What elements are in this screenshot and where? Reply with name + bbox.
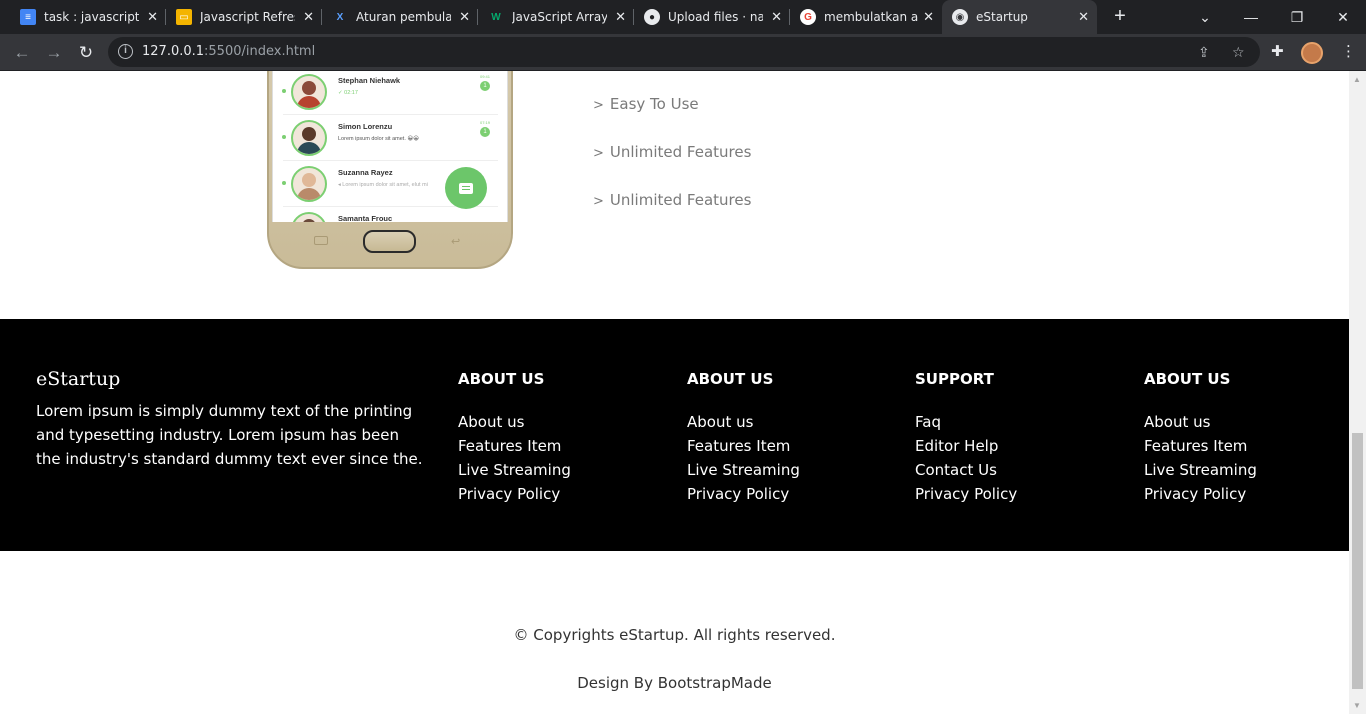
new-tab-button[interactable]: + [1108, 4, 1132, 28]
feature-item: > Easy To Use [593, 95, 699, 113]
chat-item: Stephan Niehawk ✓ 02:17 09:41 1 [282, 71, 498, 115]
feature-item: > Unlimited Features [593, 143, 752, 161]
address-bar[interactable]: i 127.0.0.1:5500/index.html ⇪ ☆ [108, 37, 1260, 67]
browser-toolbar: ← → ↻ i 127.0.0.1:5500/index.html ⇪ ☆ ✚ … [0, 34, 1366, 71]
footer-link-contact[interactable]: Contact Us [915, 458, 1017, 482]
design-credit: Design By BootstrapMade [577, 674, 772, 692]
tab-title: Aturan pembulatan [356, 10, 451, 24]
footer-link-features[interactable]: Features Item [1144, 434, 1257, 458]
tab-search-icon[interactable]: ⌄ [1182, 0, 1228, 34]
chat-fab-icon [445, 167, 487, 209]
avatar [291, 166, 327, 202]
footer-column-heading: ABOUT US [687, 370, 774, 388]
footer-about-text: Lorem ipsum is simply dummy text of the … [36, 402, 423, 468]
url-text[interactable]: 127.0.0.1:5500/index.html [142, 44, 315, 59]
browser-tab[interactable]: W JavaScript Array M ✕ [478, 0, 634, 34]
avatar [291, 74, 327, 110]
share-icon[interactable]: ⇪ [1198, 44, 1210, 61]
github-icon: ● [644, 9, 660, 25]
browser-tab[interactable]: ≡ task : javascript re ✕ [10, 0, 166, 34]
site-info-icon[interactable]: i [118, 44, 133, 59]
footer-column-heading: ABOUT US [458, 370, 545, 388]
footer-link-privacy[interactable]: Privacy Policy [687, 482, 800, 506]
tab-title: Upload files · nas [668, 10, 763, 24]
home-button-icon [363, 230, 416, 253]
scroll-up-icon[interactable]: ▲ [1353, 75, 1361, 84]
footer-link-about-us[interactable]: About us [1144, 410, 1257, 434]
chevron-right-icon: > [593, 146, 604, 161]
footer-link-privacy[interactable]: Privacy Policy [1144, 482, 1257, 506]
back-button[interactable]: ← [8, 39, 36, 67]
bookmark-star-icon[interactable]: ☆ [1232, 44, 1245, 61]
extensions-icon[interactable]: ✚ [1271, 42, 1284, 60]
page-viewport: Stephan Niehawk ✓ 02:17 09:41 1 Simon Lo… [0, 71, 1349, 714]
browser-tab[interactable]: X Aturan pembulatan ✕ [322, 0, 478, 34]
reload-button[interactable]: ↻ [72, 39, 100, 67]
chat-item: Simon Lorenzu Lorem ipsum dolor sit amet… [282, 115, 498, 161]
footer-link-live-streaming[interactable]: Live Streaming [687, 458, 800, 482]
chevron-right-icon: > [593, 98, 604, 113]
close-icon[interactable]: ✕ [771, 9, 782, 25]
tab-title: task : javascript re [44, 10, 139, 24]
browser-tab-bar: ≡ task : javascript re ✕ ▭ Javascript Re… [0, 0, 1366, 34]
scroll-down-icon[interactable]: ▼ [1353, 701, 1361, 710]
minimize-button[interactable]: — [1228, 0, 1274, 34]
browser-tab[interactable]: ▭ Javascript Refresh ✕ [166, 0, 322, 34]
footer-column-about: ABOUT US About us Features Item Live Str… [458, 370, 571, 506]
tab-title: eStartup [976, 10, 1028, 24]
avatar [291, 212, 327, 222]
footer-link-faq[interactable]: Faq [915, 410, 1017, 434]
tab-title: membulatkan an [824, 10, 919, 24]
footer-brand: eStartup [36, 368, 121, 390]
footer-link-about-us[interactable]: About us [458, 410, 571, 434]
w3schools-icon: W [491, 11, 501, 23]
footer-link-privacy[interactable]: Privacy Policy [915, 482, 1017, 506]
menu-kebab-icon[interactable]: ⋮ [1341, 42, 1356, 60]
back-arrow-icon: ↩ [451, 236, 461, 248]
close-icon[interactable]: ✕ [1078, 9, 1089, 25]
footer-link-features[interactable]: Features Item [458, 434, 571, 458]
google-docs-icon: ≡ [20, 9, 36, 25]
browser-tab[interactable]: ● Upload files · nas ✕ [634, 0, 790, 34]
globe-icon: ◉ [952, 9, 968, 25]
tab-title: Javascript Refresh [200, 10, 295, 24]
restore-button[interactable]: ❐ [1274, 0, 1320, 34]
tab-title: JavaScript Array M [512, 10, 607, 24]
chevron-right-icon: > [593, 194, 604, 209]
close-icon[interactable]: ✕ [615, 9, 626, 25]
footer-column-heading: SUPPORT [915, 370, 994, 388]
copyright-text: © Copyrights eStartup. All rights reserv… [513, 626, 836, 644]
footer-link-live-streaming[interactable]: Live Streaming [1144, 458, 1257, 482]
chat-item: Samanta Frouc [283, 207, 498, 222]
footer-link-editor-help[interactable]: Editor Help [915, 434, 1017, 458]
x-logo-icon: X [336, 11, 344, 23]
google-icon: G [800, 9, 816, 25]
scrollbar-thumb[interactable] [1352, 433, 1363, 689]
feature-item: > Unlimited Features [593, 191, 752, 209]
footer-column-about-3: ABOUT US About us Features Item Live Str… [1144, 370, 1257, 506]
bootstrapmade-link[interactable]: BootstrapMade [658, 674, 772, 692]
google-slides-icon: ▭ [176, 9, 192, 25]
close-icon[interactable]: ✕ [303, 9, 314, 25]
phone-mockup-image: Stephan Niehawk ✓ 02:17 09:41 1 Simon Lo… [266, 71, 516, 271]
footer-link-features[interactable]: Features Item [687, 434, 800, 458]
footer-link-live-streaming[interactable]: Live Streaming [458, 458, 571, 482]
avatar [291, 120, 327, 156]
recent-apps-icon [314, 236, 328, 245]
close-window-button[interactable]: ✕ [1320, 0, 1366, 34]
footer-column-support: SUPPORT Faq Editor Help Contact Us Priva… [915, 370, 1017, 506]
footer-column-about-2: ABOUT US About us Features Item Live Str… [687, 370, 800, 506]
footer-column-heading: ABOUT US [1144, 370, 1231, 388]
footer-link-about-us[interactable]: About us [687, 410, 800, 434]
close-icon[interactable]: ✕ [459, 9, 470, 25]
browser-tab-active[interactable]: ◉ eStartup ✕ [942, 0, 1097, 34]
close-icon[interactable]: ✕ [147, 9, 158, 25]
browser-tab[interactable]: G membulatkan an ✕ [790, 0, 942, 34]
forward-button[interactable]: → [40, 39, 68, 67]
profile-avatar[interactable] [1301, 42, 1323, 64]
page-scrollbar[interactable]: ▲ ▼ [1349, 71, 1366, 714]
footer-link-privacy[interactable]: Privacy Policy [458, 482, 571, 506]
site-footer: eStartup Lorem ipsum is simply dummy tex… [0, 319, 1349, 551]
close-icon[interactable]: ✕ [923, 9, 934, 25]
